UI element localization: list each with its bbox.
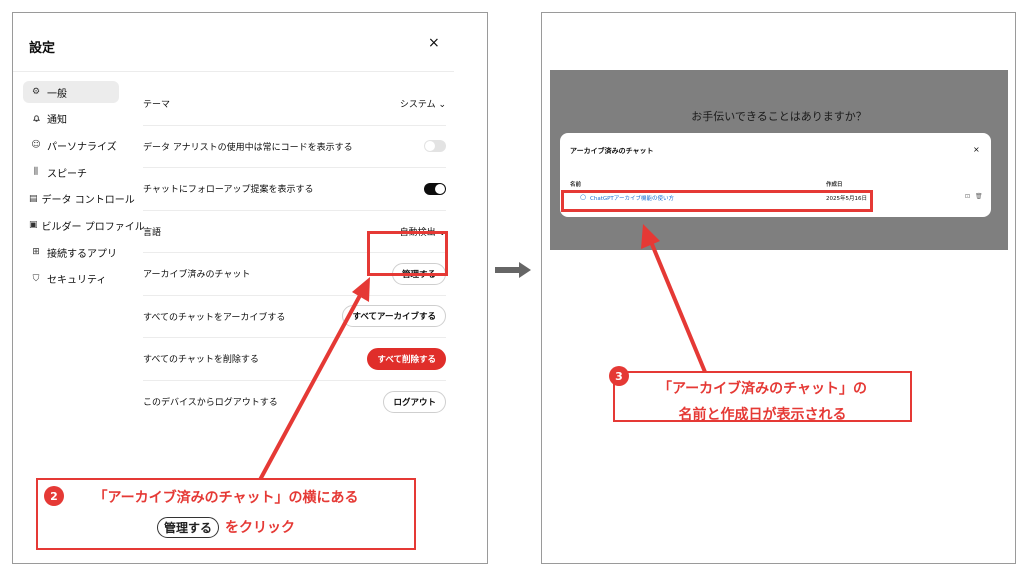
archive-screenshot-frame: お手伝いできることはありますか？ アーカイブ済みのチャット × 名前 作成日 ○… bbox=[541, 12, 1016, 564]
theme-dropdown[interactable]: システム ⌄ bbox=[400, 97, 446, 110]
sidebar-item-label: ビルダー プロファイル bbox=[41, 221, 145, 233]
archive-all-button[interactable]: すべてアーカイブする bbox=[342, 305, 446, 328]
callout-text: 「アーカイブ済みのチャット」の bbox=[657, 381, 868, 397]
next-step-arrow-icon bbox=[495, 262, 531, 282]
sidebar-item-personalize[interactable]: ☺ パーソナライズ bbox=[23, 134, 119, 156]
archived-row-highlight bbox=[561, 190, 873, 212]
toggle-knob bbox=[425, 141, 435, 152]
close-settings-button[interactable]: × bbox=[428, 35, 440, 51]
manage-button-highlight bbox=[367, 231, 448, 276]
show-code-toggle[interactable] bbox=[424, 140, 446, 153]
person-icon: ☺ bbox=[31, 140, 41, 151]
step-number-badge: 3 bbox=[609, 366, 629, 386]
header-divider bbox=[13, 71, 454, 72]
sidebar-item-label: データ コントロール bbox=[41, 195, 135, 207]
help-prompt-text: お手伝いできることはありますか？ bbox=[691, 110, 867, 123]
callout-text: 「アーカイブ済みのチャット」の横にある bbox=[93, 490, 359, 506]
unarchive-icon[interactable]: ⊡ bbox=[965, 193, 970, 200]
sidebar-item-label: 一般 bbox=[47, 88, 67, 100]
setting-row-theme: テーマ システム ⌄ bbox=[143, 83, 446, 126]
sidebar-item-label: セキュリティ bbox=[47, 275, 107, 287]
step-number-badge: 2 bbox=[44, 486, 64, 506]
dimmed-chat-background: お手伝いできることはありますか？ アーカイブ済みのチャット × 名前 作成日 ○… bbox=[550, 70, 1008, 250]
setting-label: 言語 bbox=[143, 227, 162, 238]
sidebar-item-connected-apps[interactable]: ⊞ 接続するアプリ bbox=[23, 241, 119, 263]
setting-row-followup: チャットにフォローアップ提案を表示する bbox=[143, 168, 446, 211]
sidebar-item-security[interactable]: ⛉ セキュリティ bbox=[23, 268, 119, 290]
gear-icon: ⚙ bbox=[31, 87, 41, 97]
column-header-name: 名前 bbox=[570, 182, 582, 188]
toggle-knob bbox=[435, 183, 445, 194]
followup-toggle[interactable] bbox=[424, 182, 446, 195]
setting-row-show-code: データ アナリストの使用中は常にコードを表示する bbox=[143, 126, 446, 168]
sidebar-item-label: 接続するアプリ bbox=[47, 248, 117, 260]
sidebar-item-label: 通知 bbox=[47, 115, 67, 127]
setting-row-delete-all: すべてのチャットを削除する すべて削除する bbox=[143, 338, 446, 381]
apps-grid-icon: ⊞ bbox=[32, 247, 40, 258]
bell-icon bbox=[29, 114, 43, 123]
database-icon: ▤ bbox=[29, 193, 38, 204]
settings-sidebar: ⚙ 一般 通知 ☺ パーソナライズ ⫼ スピーチ ▤ データ コントロール ▣ … bbox=[23, 81, 145, 295]
callout-text: 名前と作成日が表示される bbox=[678, 407, 847, 423]
callout-text: をクリック bbox=[225, 520, 295, 536]
sidebar-item-label: スピーチ bbox=[47, 168, 87, 180]
sidebar-item-general[interactable]: ⚙ 一般 bbox=[23, 81, 119, 103]
trash-icon[interactable]: 🗑︎ bbox=[975, 193, 983, 200]
sidebar-item-label: パーソナライズ bbox=[47, 141, 117, 153]
setting-row-archive-all: すべてのチャットをアーカイブする すべてアーカイブする bbox=[143, 296, 446, 338]
sidebar-item-speech[interactable]: ⫼ スピーチ bbox=[23, 161, 119, 183]
modal-title: アーカイブ済みのチャット bbox=[570, 147, 654, 155]
sidebar-item-data-control[interactable]: ▤ データ コントロール bbox=[23, 188, 135, 210]
inline-manage-pill: 管理する bbox=[156, 517, 219, 538]
step-2-callout: 「アーカイブ済みのチャット」の横にある 管理する をクリック bbox=[36, 478, 416, 550]
setting-label: テーマ bbox=[143, 100, 171, 111]
step-3-callout: 「アーカイブ済みのチャット」の 名前と作成日が表示される bbox=[613, 371, 912, 423]
setting-label: アーカイブ済みのチャット bbox=[143, 270, 251, 281]
sidebar-item-builder-profile[interactable]: ▣ ビルダー プロファイル bbox=[23, 214, 145, 236]
column-header-date: 作成日 bbox=[826, 182, 843, 188]
setting-label: データ アナリストの使用中は常にコードを表示する bbox=[143, 142, 353, 153]
shield-icon: ⛉ bbox=[32, 273, 40, 284]
setting-label: チャットにフォローアップ提案を表示する bbox=[143, 185, 314, 196]
logout-button[interactable]: ログアウト bbox=[383, 390, 446, 413]
sidebar-item-notifications[interactable]: 通知 bbox=[23, 108, 119, 130]
setting-label: すべてのチャットをアーカイブする bbox=[143, 312, 286, 323]
delete-all-button[interactable]: すべて削除する bbox=[367, 347, 446, 370]
setting-label: このデバイスからログアウトする bbox=[143, 398, 278, 409]
id-card-icon: ▣ bbox=[29, 220, 38, 231]
waveform-icon: ⫼ bbox=[33, 167, 39, 178]
setting-label: すべてのチャットを削除する bbox=[143, 355, 259, 366]
close-modal-button[interactable]: × bbox=[973, 145, 980, 154]
settings-title: 設定 bbox=[29, 41, 56, 56]
callout-text-row: 管理する をクリック bbox=[38, 517, 414, 538]
setting-row-logout: このデバイスからログアウトする ログアウト bbox=[143, 381, 446, 424]
